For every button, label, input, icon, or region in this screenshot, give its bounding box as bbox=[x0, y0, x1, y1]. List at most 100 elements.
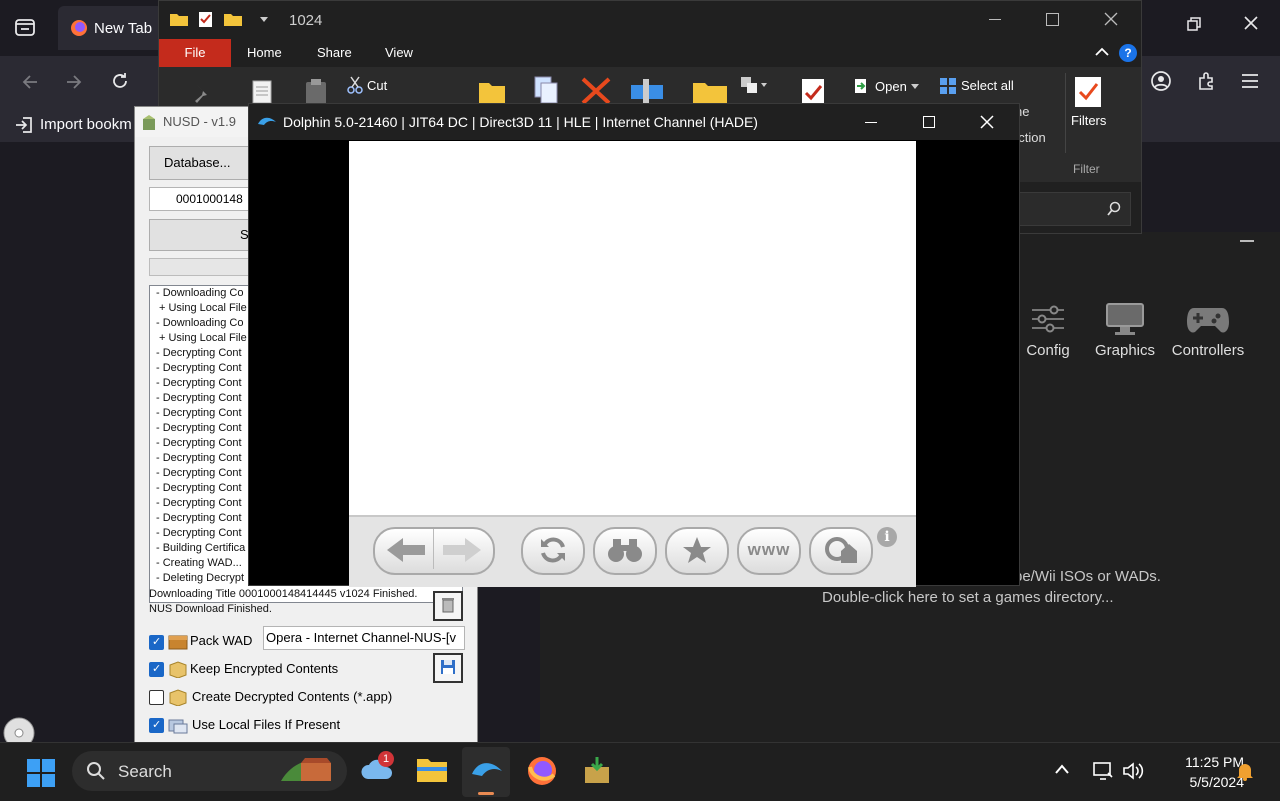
weather-widget[interactable]: 1 bbox=[360, 751, 394, 783]
floppy-disk-icon bbox=[440, 659, 461, 675]
new-item-icon[interactable] bbox=[739, 75, 769, 97]
firefox-taskbar-icon[interactable] bbox=[526, 755, 558, 787]
scissors-icon[interactable] bbox=[347, 76, 363, 94]
close-icon[interactable] bbox=[980, 115, 994, 129]
maximize-icon[interactable] bbox=[1046, 13, 1059, 26]
favorites-button[interactable] bbox=[665, 527, 729, 575]
select-all-icon[interactable] bbox=[939, 77, 957, 95]
reload-icon[interactable] bbox=[110, 71, 130, 91]
filter-group-label: Filter bbox=[1073, 162, 1100, 176]
tab-view[interactable]: View bbox=[385, 39, 413, 67]
clear-log-button[interactable] bbox=[433, 591, 463, 621]
create-decrypted-icon bbox=[168, 688, 188, 706]
volume-icon[interactable] bbox=[1122, 761, 1144, 781]
help-icon[interactable]: ? bbox=[1119, 44, 1137, 62]
import-bookmarks-link[interactable]: Import bookm bbox=[40, 116, 132, 133]
wad-name-input[interactable]: Opera - Internet Channel-NUS-[v bbox=[263, 626, 465, 650]
new-folder-icon[interactable] bbox=[223, 11, 243, 27]
extensions-icon[interactable] bbox=[1196, 70, 1218, 92]
copy-to-icon[interactable] bbox=[531, 75, 561, 105]
reload-button[interactable] bbox=[521, 527, 585, 575]
pack-wad-checkbox[interactable] bbox=[149, 635, 164, 650]
close-icon[interactable] bbox=[1104, 12, 1118, 26]
use-local-label: Use Local Files If Present bbox=[192, 717, 341, 732]
installer-taskbar-icon[interactable] bbox=[582, 755, 612, 785]
keep-encrypted-checkbox[interactable] bbox=[149, 662, 164, 677]
account-icon[interactable] bbox=[1150, 70, 1172, 92]
taskbar-search[interactable]: Search bbox=[72, 751, 347, 791]
maximize-icon[interactable] bbox=[923, 116, 935, 128]
graphics-tool[interactable]: Graphics bbox=[1085, 302, 1165, 359]
forward-arrow-icon[interactable] bbox=[64, 72, 84, 92]
home-menu-button[interactable] bbox=[809, 527, 873, 575]
config-label: Config bbox=[1026, 342, 1070, 359]
forward-arrow-icon[interactable] bbox=[439, 535, 485, 565]
tab-home[interactable]: Home bbox=[247, 39, 282, 67]
reload-icon bbox=[537, 535, 583, 565]
move-to-icon[interactable] bbox=[477, 77, 507, 105]
new-folder-large-icon[interactable] bbox=[691, 79, 729, 105]
explorer-title: 1024 bbox=[289, 12, 323, 29]
file-explorer-taskbar-icon[interactable] bbox=[416, 755, 448, 785]
dolphin-taskbar-button[interactable] bbox=[462, 747, 510, 797]
progress-bar bbox=[149, 258, 261, 276]
use-local-icon bbox=[168, 716, 188, 734]
properties-icon[interactable] bbox=[197, 10, 215, 28]
nusd-app-icon bbox=[141, 113, 157, 131]
close-icon[interactable] bbox=[1242, 14, 1260, 32]
filters-icon bbox=[1073, 75, 1106, 109]
tab-new-tab[interactable]: New Tab bbox=[58, 6, 163, 50]
search-icon bbox=[86, 761, 106, 781]
empty-list-message-2[interactable]: Double-click here to set a games directo… bbox=[822, 589, 1114, 606]
status-line-1: Downloading Title 0001000148414445 v1024… bbox=[149, 588, 418, 600]
config-tool[interactable]: Config bbox=[1008, 302, 1088, 359]
rename-icon[interactable] bbox=[629, 75, 665, 105]
trash-icon bbox=[441, 597, 461, 613]
use-local-checkbox[interactable] bbox=[149, 718, 164, 733]
controllers-label: Controllers bbox=[1171, 342, 1245, 359]
www-button[interactable]: www bbox=[737, 527, 801, 575]
ribbon-tabs: File Home Share View ? bbox=[159, 39, 1141, 67]
restore-icon[interactable] bbox=[1186, 16, 1202, 32]
info-icon[interactable]: i bbox=[877, 527, 897, 547]
tab-share[interactable]: Share bbox=[317, 39, 352, 67]
delete-icon[interactable] bbox=[579, 75, 613, 105]
status-line-2: NUS Download Finished. bbox=[149, 603, 272, 615]
open-button[interactable]: Open bbox=[875, 79, 907, 94]
folder-icon bbox=[169, 11, 189, 27]
internet-channel-toolbar: www i bbox=[349, 515, 916, 587]
search-button[interactable] bbox=[593, 527, 657, 575]
start-windows-icon[interactable] bbox=[26, 758, 56, 788]
minimize-icon[interactable] bbox=[1240, 240, 1254, 242]
pack-wad-icon bbox=[168, 633, 188, 651]
select-all-button[interactable]: Select all bbox=[961, 78, 1014, 93]
hidden-icons-chevron-icon[interactable] bbox=[1054, 763, 1070, 775]
controllers-tool[interactable]: Controllers bbox=[1168, 302, 1248, 359]
create-decrypted-checkbox[interactable] bbox=[149, 690, 164, 705]
import-icon bbox=[14, 116, 34, 134]
minimize-icon[interactable] bbox=[865, 122, 877, 123]
menu-icon[interactable] bbox=[1240, 72, 1260, 90]
cut-button[interactable]: Cut bbox=[367, 78, 387, 93]
back-arrow-icon[interactable] bbox=[20, 72, 40, 92]
network-icon[interactable] bbox=[1092, 761, 1114, 781]
status-text: Downloading Title 0001000148414445 v1024… bbox=[149, 587, 435, 617]
keep-encrypted-icon bbox=[168, 660, 188, 678]
tab-file[interactable]: File bbox=[159, 39, 231, 67]
tab-list-icon[interactable] bbox=[14, 16, 36, 38]
pin-icon[interactable] bbox=[189, 81, 215, 107]
open-dropdown-icon[interactable] bbox=[911, 84, 919, 90]
dolphin-game-title: Dolphin 5.0-21460 | JIT64 DC | Direct3D … bbox=[283, 114, 758, 130]
open-icon[interactable] bbox=[853, 78, 869, 94]
minimize-icon[interactable] bbox=[989, 19, 1001, 20]
ribbon-divider bbox=[1065, 73, 1066, 153]
game-screen[interactable]: www i bbox=[349, 141, 916, 587]
weather-badge: 1 bbox=[378, 751, 394, 767]
back-arrow-icon[interactable] bbox=[383, 535, 429, 565]
empty-list-message-1: be/Wii ISOs or WADs. bbox=[1014, 568, 1161, 585]
notification-bell-icon[interactable] bbox=[1236, 761, 1254, 781]
quick-access-dropdown-icon[interactable] bbox=[259, 14, 269, 24]
save-button[interactable] bbox=[433, 653, 463, 683]
filters-button[interactable]: Filters bbox=[1071, 75, 1106, 128]
collapse-ribbon-icon[interactable] bbox=[1095, 47, 1109, 57]
